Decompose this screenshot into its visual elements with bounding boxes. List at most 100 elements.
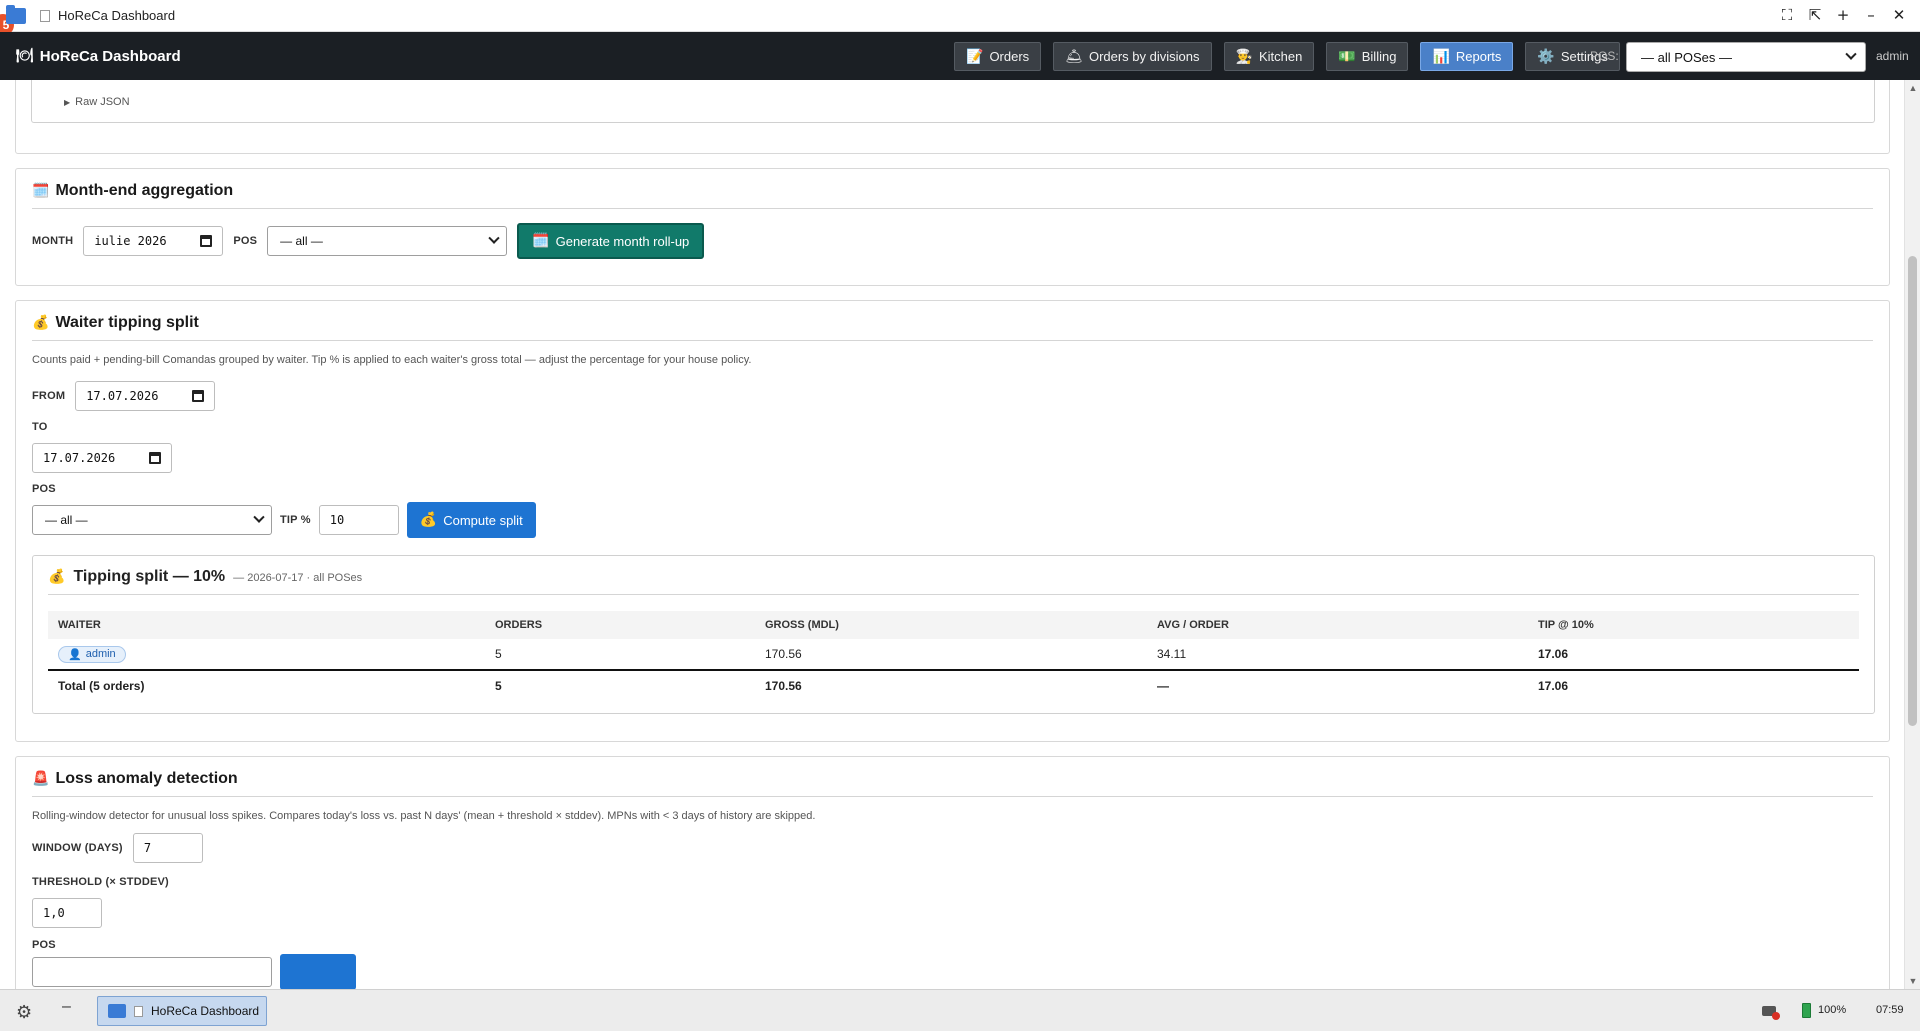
column-header: AVG / ORDER [1147,611,1528,639]
nav-kitchen-button[interactable]: 👨‍🍳 Kitchen [1223,42,1315,71]
tipping-result-subtitle: — 2026-07-17 · all POSes [233,572,363,584]
from-label: FROM [32,390,66,402]
waiter-name: admin [85,648,116,660]
plate-icon: 🍽 [16,48,34,64]
column-header: GROSS (MDL) [755,611,1147,639]
nav-reports-label: Reports [1455,49,1502,64]
nav-orders-button[interactable]: 📝 Orders [954,42,1042,71]
maximize-icon[interactable]: + [1836,6,1850,24]
show-desktop-icon[interactable]: – [62,998,71,1016]
nav-billing-label: Billing [1361,49,1397,64]
window-days-input[interactable]: 7 [132,833,203,863]
tipping-pos-select[interactable]: — all — [32,505,272,535]
to-date-input[interactable]: 17.07.2026 [32,443,172,473]
month-end-form: MONTH iulie 2026 POS — all — 🗓️ Generate… [32,223,705,259]
document-icon [134,1005,143,1017]
loss-pos-label: POS [32,939,56,951]
loss-pos-select[interactable] [32,957,272,987]
tip-percent-input[interactable]: 10 [318,505,399,535]
window-days-label: WINDOW (DAYS) [32,842,123,854]
compute-split-button[interactable]: 💰 Compute split [406,502,536,538]
page-scrollbar[interactable]: ▲ ▼ [1904,80,1920,989]
gear-icon: ⚙️ [1537,48,1555,65]
nav-billing-button[interactable]: 💵 Billing [1326,42,1409,71]
taskbar-item[interactable]: HoReCa Dashboard [97,996,267,1026]
tip-row: — all — TIP % 10 💰 Compute split [32,502,536,538]
waiter-chip[interactable]: 👤 admin [58,645,126,663]
taskbar: ⚙ – HoReCa Dashboard 100% 07:59 [0,989,1920,1031]
calendar-picker-icon[interactable] [192,390,205,402]
tip-percent-label: TIP % [280,514,311,526]
window-row: WINDOW (DAYS) 7 [32,833,203,863]
table-header-row: WAITER ORDERS GROSS (MDL) AVG / ORDER TI… [48,611,1859,639]
money-bag-icon: 💰 [32,315,50,331]
month-input[interactable]: iulie 2026 [83,226,224,256]
pos-select-value: — all POSes — [1641,49,1733,65]
battery-icon[interactable] [1802,1003,1811,1018]
pos-select[interactable]: — all POSes — [1626,42,1866,72]
calendar-icon: 🗓️ [532,233,550,249]
money-bag-icon: 💰 [419,512,438,528]
nav-kitchen-label: Kitchen [1258,49,1303,64]
waiter-cell: 👤 admin [48,639,485,671]
column-header: ORDERS [485,611,755,639]
month-end-title: Month-end aggregation [55,182,234,199]
restore-icon[interactable]: ⇱ [1808,6,1822,24]
tipping-result-heading: 💰 Tipping split — 10% — 2026-07-17 · all… [48,568,1859,595]
total-gross: 170.56 [765,679,802,693]
month-end-card: 🗓️ Month-end aggregation MONTH iulie 202… [15,168,1890,286]
scroll-down-icon[interactable]: ▼ [1905,973,1920,989]
from-row: FROM 17.07.2026 [32,381,216,411]
document-icon [40,9,50,22]
total-row: Total (5 orders) 5 170.56 — 17.06 [48,670,1859,701]
to-date-value: 17.07.2026 [43,451,116,465]
user-label: admin [1876,49,1909,63]
total-tip: 17.06 [1538,679,1569,693]
month-value: iulie 2026 [94,234,167,248]
window-titlebar: 5 HoReCa Dashboard ⛶ ⇱ + – ✕ [0,0,1920,36]
minimize-icon[interactable]: – [1864,6,1878,24]
raw-json-label: Raw JSON [75,96,130,108]
folder-icon [108,1004,126,1018]
brand-title: HoReCa Dashboard [39,47,181,65]
clock[interactable]: 07:59 [1876,1004,1904,1016]
nav-orders-by-divisions-button[interactable]: 🛎 Orders by divisions [1053,42,1212,71]
total-label: Total (5 orders) [58,679,145,693]
calendar-picker-icon[interactable] [200,235,213,247]
month-end-heading: 🗓️ Month-end aggregation [32,182,1873,209]
pos-label: POS: [1590,49,1619,63]
window-title: HoReCa Dashboard [58,8,176,23]
brand[interactable]: 🍽 HoReCa Dashboard [16,48,181,65]
window-controls: ⛶ ⇱ + – ✕ [1780,6,1906,24]
column-header: WAITER [48,611,485,639]
fullscreen-icon[interactable]: ⛶ [1780,6,1794,24]
settings-gear-icon[interactable]: ⚙ [16,1002,32,1023]
month-pos-select[interactable]: — all — [267,226,508,256]
threshold-input[interactable]: 1,0 [32,898,102,928]
tipping-description: Counts paid + pending-bill Comandas grou… [32,354,752,366]
app-navbar: 🍽 HoReCa Dashboard 📝 Orders 🛎 Orders by di… [0,32,1920,80]
cook-icon: 👨‍🍳 [1235,48,1253,65]
scrollbar-thumb[interactable] [1908,256,1917,726]
nav-orders-by-divisions-label: Orders by divisions [1088,49,1200,64]
from-date-input[interactable]: 17.07.2026 [75,381,216,411]
money-icon: 💵 [1338,48,1356,65]
window-days-value: 7 [143,841,152,855]
month-label: MONTH [32,235,74,247]
compute-split-label: Compute split [443,512,523,528]
loss-run-button[interactable] [280,954,356,989]
money-bag-icon: 💰 [48,569,66,585]
nav-reports-button[interactable]: 📊 Reports [1420,42,1514,71]
calendar-picker-icon[interactable] [149,452,161,464]
nav-buttons: 📝 Orders 🛎 Orders by divisions 👨‍🍳 Kitchen … [954,42,1620,71]
chevron-down-icon [1845,48,1857,60]
network-icon[interactable] [1762,1006,1780,1020]
tipping-pos-label: POS [32,483,56,495]
chevron-down-icon [488,232,500,244]
close-icon[interactable]: ✕ [1892,6,1906,24]
scroll-up-icon[interactable]: ▲ [1905,80,1920,96]
raw-json-card: ▶ Raw JSON [15,80,1890,154]
loss-title: Loss anomaly detection [55,770,238,787]
raw-json-toggle[interactable]: ▶ Raw JSON [64,96,130,108]
generate-month-rollup-button[interactable]: 🗓️ Generate month roll-up [517,223,705,259]
